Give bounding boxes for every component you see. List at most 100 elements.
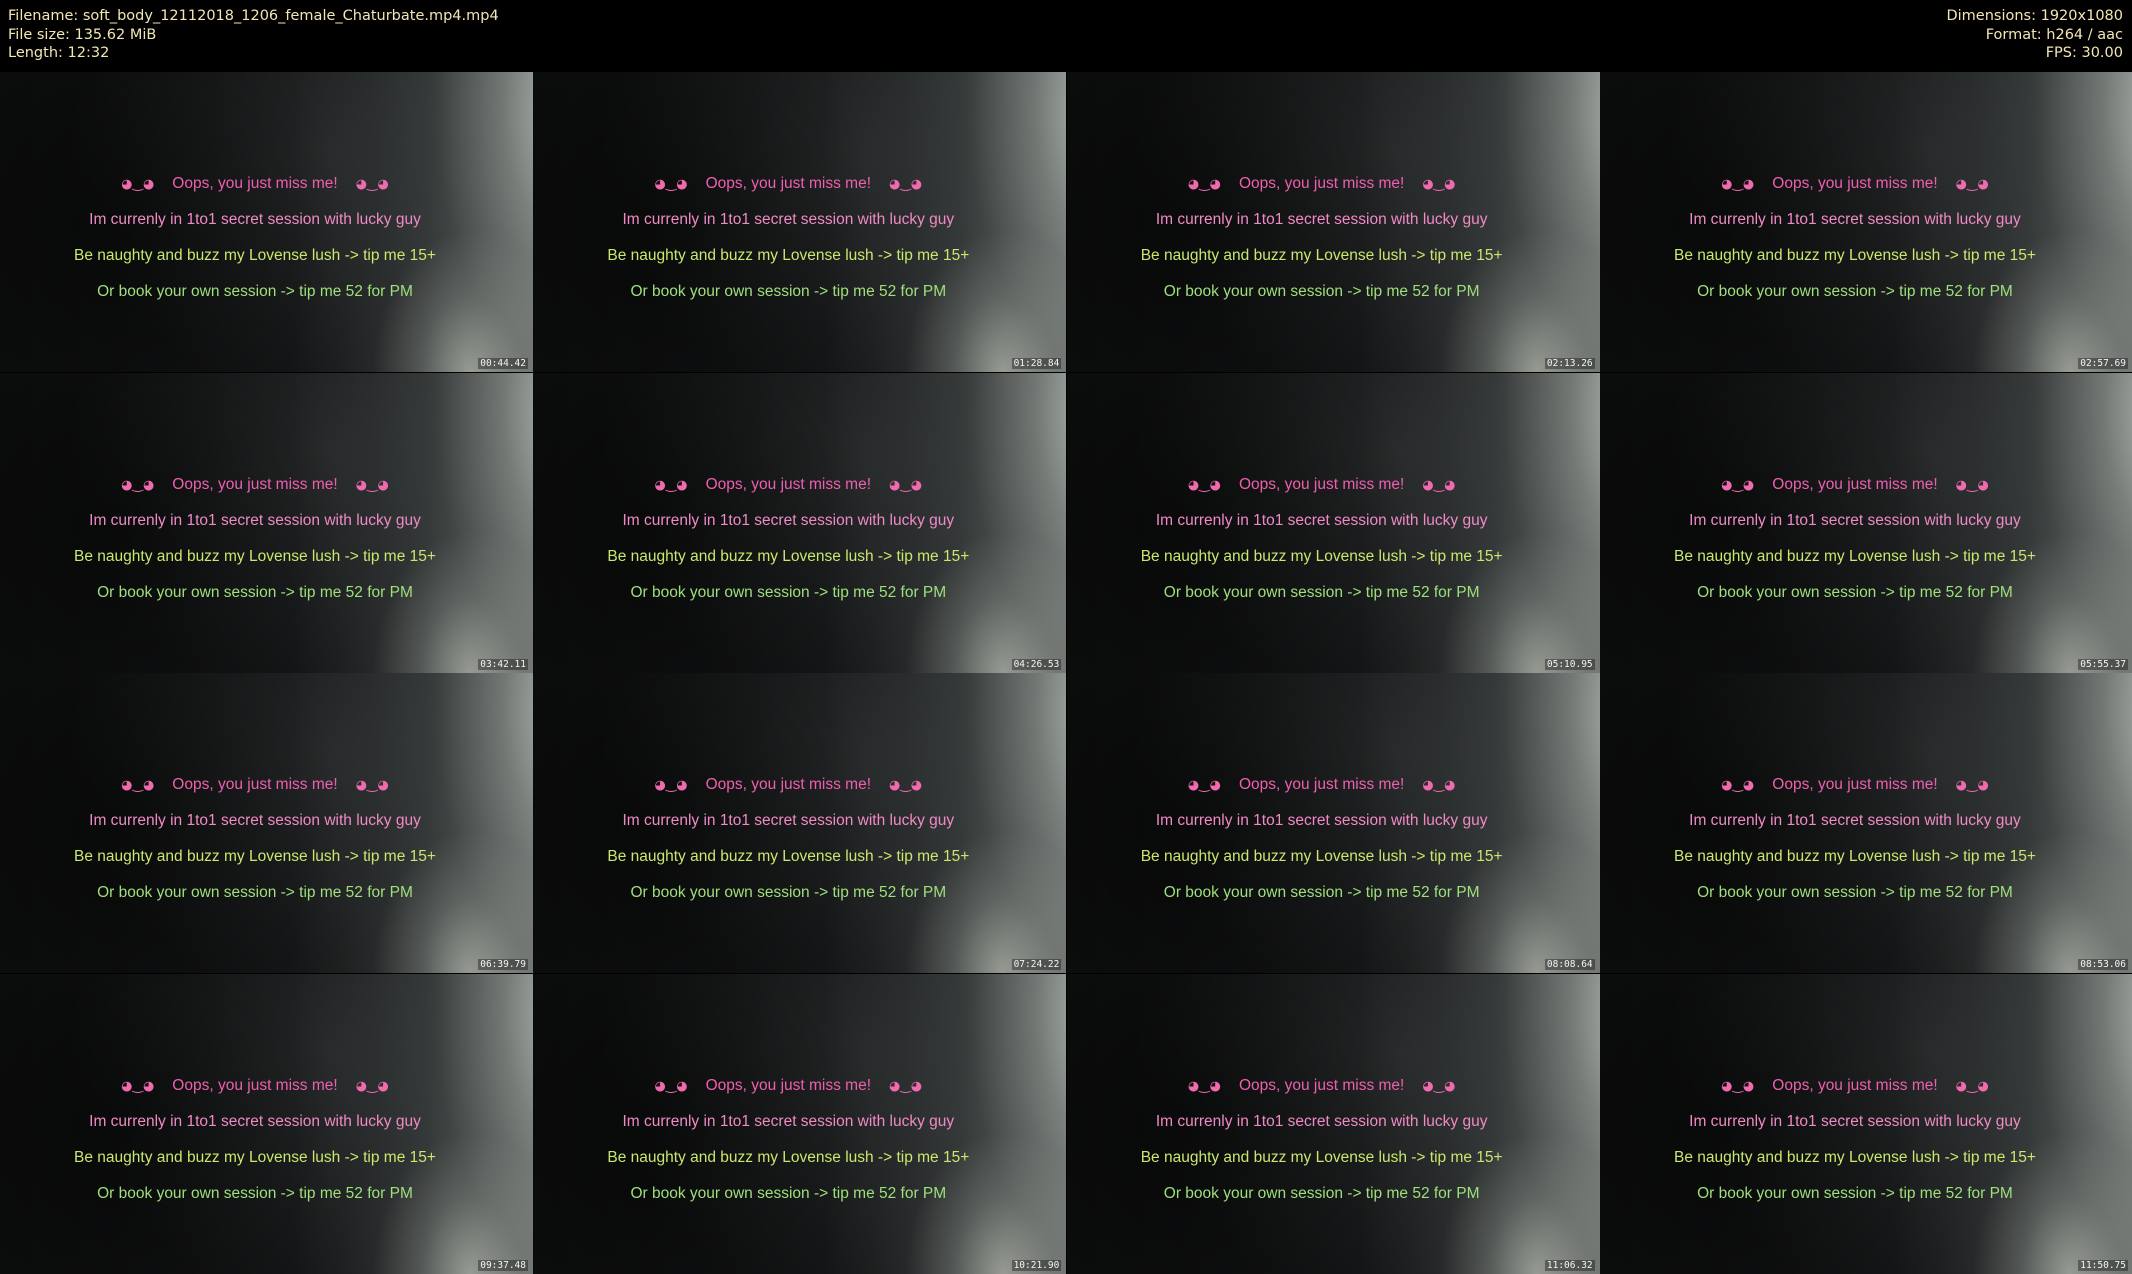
overlay-text-1: Oops, you just miss me! xyxy=(172,175,338,192)
thumbnail: ◕‿◕ Oops, you just miss me! ◕‿◕ Im currenl… xyxy=(1066,72,1600,372)
overlay-line-3: Be naughty and buzz my Lovense lush -> t… xyxy=(1140,247,1503,264)
overlay-line-1: ◕‿◕ Oops, you just miss me! ◕‿◕ xyxy=(1067,1077,1577,1095)
face-emoticon: ◕‿◕ xyxy=(1721,477,1755,493)
face-emoticon: ◕‿◕ xyxy=(889,1078,923,1094)
filesize-text: File size: 135.62 MiB xyxy=(8,26,157,43)
overlay-line-1: ◕‿◕ Oops, you just miss me! ◕‿◕ xyxy=(1600,776,2110,794)
overlay-text-1: Oops, you just miss me! xyxy=(705,475,872,493)
face-emoticon: ◕‿◕ xyxy=(654,778,688,794)
overlay-line-2: Im currenly in 1to1 secret session with … xyxy=(622,1112,955,1130)
overlay-line-2: Im currenly in 1to1 secret session with … xyxy=(1689,511,2021,529)
overlay-line-3: Be naughty and buzz my Lovense lush -> t… xyxy=(1140,547,1503,565)
face-emoticon: ◕‿◕ xyxy=(355,1078,389,1094)
overlay-line-4: Or book your own session -> tip me 52 fo… xyxy=(630,583,947,601)
timestamp: 08:53.06 xyxy=(2078,959,2128,971)
thumbnail: ◕‿◕ Oops, you just miss me! ◕‿◕ Im currenl… xyxy=(533,673,1067,974)
overlay-text-1: Oops, you just miss me! xyxy=(1772,475,1938,493)
face-emoticon: ◕‿◕ xyxy=(121,778,155,794)
overlay-line-3: Be naughty and buzz my Lovense lush -> t… xyxy=(1140,1148,1503,1166)
overlay-text-1: Oops, you just miss me! xyxy=(1238,175,1405,192)
face-emoticon: ◕‿◕ xyxy=(1721,778,1755,794)
timestamp: 04:26.53 xyxy=(1011,658,1062,670)
timestamp: 08:08.64 xyxy=(1544,959,1595,971)
overlay-line-1: ◕‿◕ Oops, you just miss me! ◕‿◕ xyxy=(1600,1077,2110,1095)
face-emoticon: ◕‿◕ xyxy=(1955,778,1989,794)
face-emoticon: ◕‿◕ xyxy=(1955,477,1989,493)
overlay-line-3: Be naughty and buzz my Lovense lush -> t… xyxy=(1674,547,2036,565)
overlay-line-1: ◕‿◕ Oops, you just miss me! ◕‿◕ xyxy=(1600,175,2110,193)
file-info: Filename: soft_body_12112018_1206_female… xyxy=(8,7,499,63)
overlay-line-2: Im currenly in 1to1 secret session with … xyxy=(1155,211,1488,228)
filename-text: Filename: soft_body_12112018_1206_female… xyxy=(8,8,499,24)
overlay-line-4: Or book your own session -> tip me 52 fo… xyxy=(1697,283,2013,300)
timestamp: 10:21.90 xyxy=(1011,1259,1062,1271)
overlay-line-1: ◕‿◕ Oops, you just miss me! ◕‿◕ xyxy=(533,1077,1043,1095)
overlay-line-4: Or book your own session -> tip me 52 fo… xyxy=(1163,1184,1480,1202)
overlay-line-3: Be naughty and buzz my Lovense lush -> t… xyxy=(1674,848,2036,866)
face-emoticon: ◕‿◕ xyxy=(355,177,389,192)
timestamp: 09:37.48 xyxy=(478,1259,528,1271)
thumbnail-grid: ◕‿◕ Oops, you just miss me! ◕‿◕ Im currenl… xyxy=(0,72,2132,1274)
overlay-line-1: ◕‿◕ Oops, you just miss me! ◕‿◕ xyxy=(533,776,1043,794)
overlay-line-2: Im currenly in 1to1 secret session with … xyxy=(89,511,421,529)
overlay-line-4: Or book your own session -> tip me 52 fo… xyxy=(97,1184,413,1202)
thumbnail: ◕‿◕ Oops, you just miss me! ◕‿◕ Im currenl… xyxy=(533,372,1067,673)
overlay-line-2: Im currenly in 1to1 secret session with … xyxy=(622,812,955,830)
face-emoticon: ◕‿◕ xyxy=(889,477,923,493)
dimensions-text: Dimensions: 1920x1080 xyxy=(1946,8,2123,24)
overlay-line-3: Be naughty and buzz my Lovense lush -> t… xyxy=(1674,1148,2036,1166)
face-emoticon: ◕‿◕ xyxy=(121,477,155,493)
thumbnail: ◕‿◕ Oops, you just miss me! ◕‿◕ Im currenl… xyxy=(0,372,533,673)
overlay-text-1: Oops, you just miss me! xyxy=(1772,175,1938,192)
overlay-line-2: Im currenly in 1to1 secret session with … xyxy=(89,1112,421,1130)
thumbnail: ◕‿◕ Oops, you just miss me! ◕‿◕ Im currenl… xyxy=(1599,673,2132,974)
face-emoticon: ◕‿◕ xyxy=(1422,778,1456,794)
face-emoticon: ◕‿◕ xyxy=(1187,1078,1221,1094)
overlay-line-3: Be naughty and buzz my Lovense lush -> t… xyxy=(1674,247,2036,264)
overlay-line-2: Im currenly in 1to1 secret session with … xyxy=(1155,511,1488,529)
overlay-text-1: Oops, you just miss me! xyxy=(172,776,338,794)
overlay-line-4: Or book your own session -> tip me 52 fo… xyxy=(1697,884,2013,902)
thumbnail: ◕‿◕ Oops, you just miss me! ◕‿◕ Im currenl… xyxy=(1599,372,2132,673)
overlay-line-2: Im currenly in 1to1 secret session with … xyxy=(622,511,955,529)
overlay-text-1: Oops, you just miss me! xyxy=(1772,1076,1938,1094)
length-text: Length: 12:32 xyxy=(8,45,110,61)
overlay-line-4: Or book your own session -> tip me 52 fo… xyxy=(1697,583,2013,601)
face-emoticon: ◕‿◕ xyxy=(1187,778,1221,794)
timestamp: 00:44.42 xyxy=(478,358,528,369)
overlay-line-2: Im currenly in 1to1 secret session with … xyxy=(1689,812,2021,830)
overlay-text-1: Oops, you just miss me! xyxy=(172,1076,338,1094)
face-emoticon: ◕‿◕ xyxy=(1187,477,1221,493)
overlay-text-1: Oops, you just miss me! xyxy=(705,1076,872,1094)
face-emoticon: ◕‿◕ xyxy=(1955,1078,1989,1094)
face-emoticon: ◕‿◕ xyxy=(654,177,688,192)
overlay-line-4: Or book your own session -> tip me 52 fo… xyxy=(1163,283,1480,300)
face-emoticon: ◕‿◕ xyxy=(1422,477,1456,493)
face-emoticon: ◕‿◕ xyxy=(654,1078,688,1094)
timestamp: 03:42.11 xyxy=(478,658,528,670)
overlay-line-1: ◕‿◕ Oops, you just miss me! ◕‿◕ xyxy=(1067,776,1577,794)
overlay-line-4: Or book your own session -> tip me 52 fo… xyxy=(630,884,947,902)
timestamp: 01:28.84 xyxy=(1011,358,1062,369)
thumbnail: ◕‿◕ Oops, you just miss me! ◕‿◕ Im currenl… xyxy=(0,973,533,1274)
overlay-text-1: Oops, you just miss me! xyxy=(1238,1076,1405,1094)
overlay-line-2: Im currenly in 1to1 secret session with … xyxy=(89,211,421,228)
overlay-line-3: Be naughty and buzz my Lovense lush -> t… xyxy=(607,547,970,565)
overlay-line-1: ◕‿◕ Oops, you just miss me! ◕‿◕ xyxy=(0,175,510,193)
overlay-line-1: ◕‿◕ Oops, you just miss me! ◕‿◕ xyxy=(533,175,1043,193)
video-info: Dimensions: 1920x1080 Format: h264 / aac… xyxy=(1946,7,2123,63)
format-text: Format: h264 / aac xyxy=(1985,26,2123,43)
thumbnail: ◕‿◕ Oops, you just miss me! ◕‿◕ Im currenl… xyxy=(1599,973,2132,1274)
overlay-line-4: Or book your own session -> tip me 52 fo… xyxy=(1163,884,1480,902)
face-emoticon: ◕‿◕ xyxy=(1721,177,1755,192)
timestamp: 05:10.95 xyxy=(1544,658,1595,670)
face-emoticon: ◕‿◕ xyxy=(1422,1078,1456,1094)
face-emoticon: ◕‿◕ xyxy=(1721,1078,1755,1094)
fps-text: FPS: 30.00 xyxy=(2045,45,2123,61)
overlay-line-3: Be naughty and buzz my Lovense lush -> t… xyxy=(607,848,970,866)
overlay-line-1: ◕‿◕ Oops, you just miss me! ◕‿◕ xyxy=(0,476,510,494)
overlay-line-4: Or book your own session -> tip me 52 fo… xyxy=(630,283,947,300)
overlay-line-4: Or book your own session -> tip me 52 fo… xyxy=(630,1184,947,1202)
face-emoticon: ◕‿◕ xyxy=(1187,177,1221,192)
overlay-line-3: Be naughty and buzz my Lovense lush -> t… xyxy=(74,848,436,866)
